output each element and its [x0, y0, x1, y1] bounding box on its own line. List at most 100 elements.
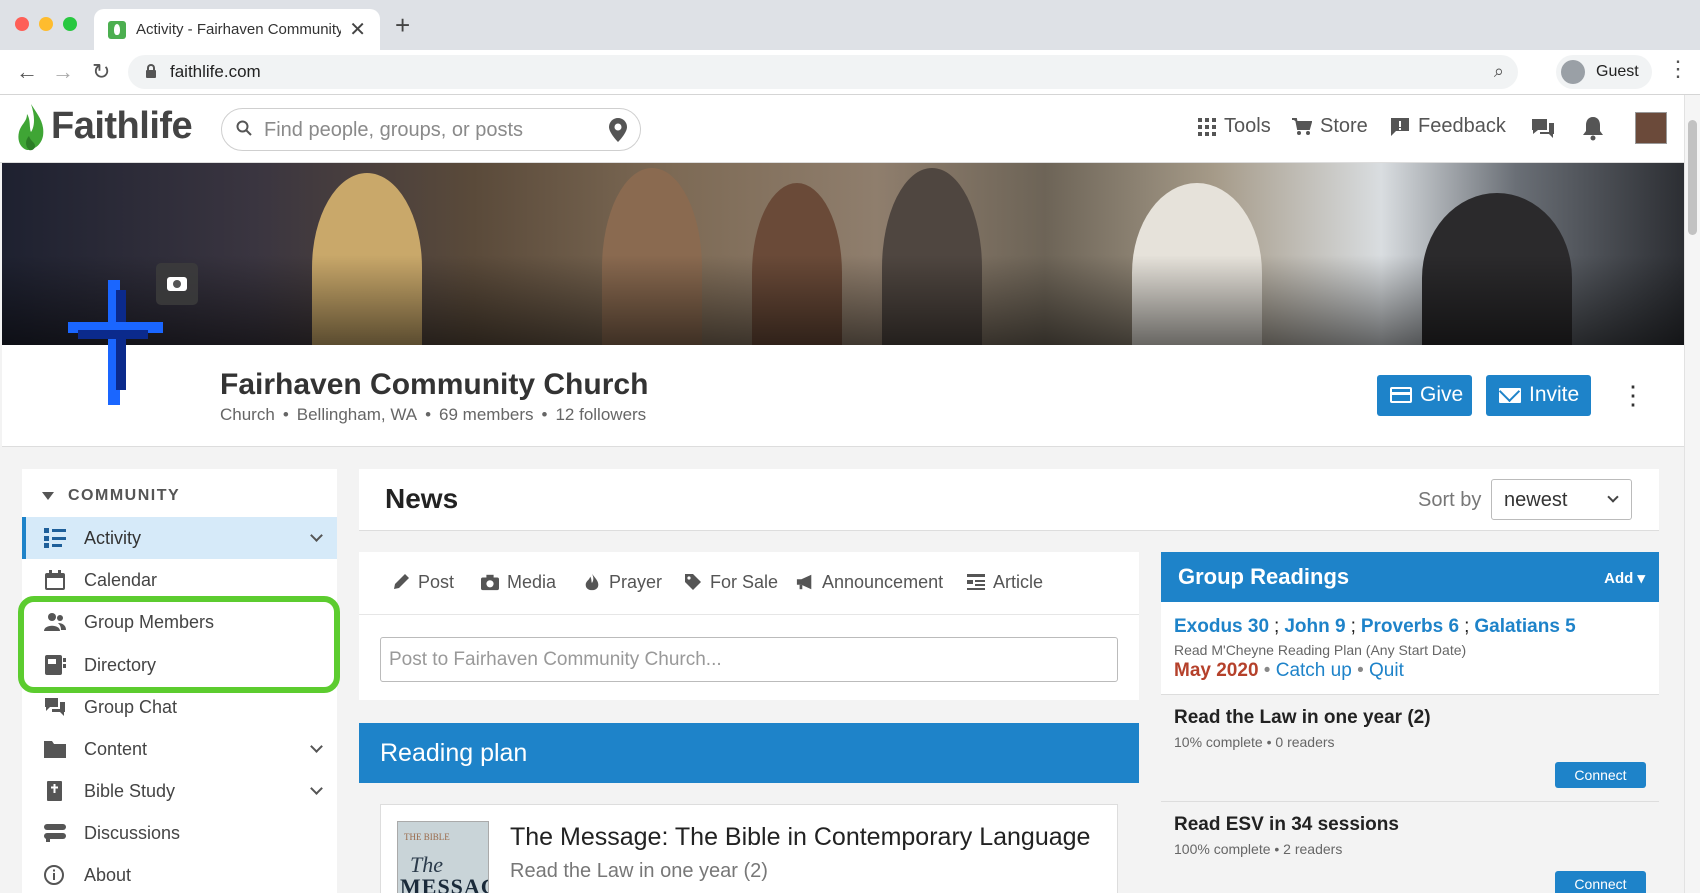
site-header: Faithlife Tools Store Feedback — [0, 95, 1684, 163]
book-cover-image[interactable]: THE BIBLE The MESSAGE — [397, 821, 489, 893]
new-tab-button[interactable]: + — [395, 12, 410, 38]
store-menu[interactable]: Store — [1292, 115, 1368, 138]
pencil-icon — [394, 574, 409, 589]
zoom-icon[interactable]: ⌕ — [1494, 61, 1504, 82]
chevron-down-icon[interactable] — [310, 740, 323, 753]
tab-close-icon[interactable]: ✕ — [349, 17, 366, 42]
reload-icon[interactable]: ↻ — [92, 59, 110, 85]
envelope-icon — [1499, 388, 1521, 403]
reading-plan-item: Read the Law in one year (2) 10% complet… — [1161, 695, 1659, 801]
flame-icon — [585, 573, 599, 591]
sort-select[interactable]: newest — [1491, 479, 1632, 520]
reading-plan-card[interactable]: THE BIBLE The MESSAGE The Message: The B… — [380, 804, 1118, 893]
search-input[interactable] — [264, 117, 594, 143]
search-box[interactable] — [221, 108, 641, 151]
tools-menu[interactable]: Tools — [1198, 115, 1271, 138]
group-followers-count[interactable]: 12 followers — [555, 405, 646, 424]
sidebar-item-discussions[interactable]: Discussions — [22, 812, 337, 854]
church-cross-logo — [68, 280, 168, 405]
feedback-icon — [1391, 117, 1409, 136]
address-bar-row: ← → ↻ faithlife.com ⌕ Guest ⋮ — [0, 50, 1700, 95]
post-input[interactable] — [380, 637, 1118, 682]
group-location: Bellingham, WA — [296, 405, 418, 424]
sidebar-item-content[interactable]: Content — [22, 728, 337, 770]
scrollbar-thumb[interactable] — [1688, 120, 1697, 235]
community-section-toggle[interactable]: COMMUNITY — [42, 487, 180, 505]
chat-icon[interactable] — [1530, 117, 1556, 141]
calendar-icon — [45, 570, 65, 590]
group-more-options-icon[interactable]: ⋮ — [1620, 380, 1646, 411]
post-type-prayer[interactable]: Prayer — [583, 572, 662, 593]
news-title: News — [385, 483, 459, 514]
chevron-down-icon[interactable] — [310, 782, 323, 795]
grid-icon — [1198, 117, 1216, 136]
reading-ref-link[interactable]: Exodus 30 — [1174, 616, 1269, 637]
group-readings-header: Group Readings Add ▾ — [1161, 552, 1659, 602]
page-scrollbar[interactable] — [1684, 95, 1700, 893]
reading-plan-item: Read ESV in 34 sessions 100% complete • … — [1161, 802, 1659, 893]
discussions-icon — [44, 824, 66, 842]
feedback-menu[interactable]: Feedback — [1390, 115, 1506, 138]
news-header: News Sort by newest — [359, 469, 1659, 531]
members-directory-highlight — [18, 596, 340, 693]
post-type-article[interactable]: Article — [967, 572, 1043, 593]
group-members-count[interactable]: 69 members — [439, 405, 533, 424]
reading-month: May 2020 — [1174, 660, 1259, 681]
reading-plan-subtitle: Read the Law in one year (2) — [510, 860, 768, 882]
url-text: faithlife.com — [170, 62, 261, 81]
post-composer: Post Media Prayer For Sale Announcement … — [359, 552, 1139, 700]
maximize-window-button[interactable] — [63, 17, 77, 31]
post-type-for-sale[interactable]: For Sale — [684, 572, 778, 593]
plan-name[interactable]: Read ESV in 34 sessions — [1174, 814, 1399, 836]
sidebar-item-activity[interactable]: Activity — [22, 517, 337, 559]
info-icon — [44, 865, 64, 885]
browser-menu-icon[interactable]: ⋮ — [1667, 56, 1689, 82]
forward-icon[interactable]: → — [52, 59, 74, 85]
sidebar-item-bible-study[interactable]: Bible Study — [22, 770, 337, 812]
reading-ref-link[interactable]: Galatians 5 — [1474, 616, 1575, 637]
plan-name[interactable]: Read the Law in one year (2) — [1174, 707, 1431, 729]
profile-button[interactable]: Guest — [1556, 55, 1652, 89]
reading-ref-link[interactable]: John 9 — [1284, 616, 1345, 637]
chevron-down-icon[interactable] — [310, 529, 323, 542]
faithlife-logo-icon[interactable] — [15, 102, 47, 152]
close-window-button[interactable] — [15, 17, 29, 31]
give-button[interactable]: Give — [1377, 375, 1472, 416]
article-icon — [967, 574, 985, 590]
current-reading: Exodus 30; John 9; Proverbs 6; Galatians 5 … — [1161, 602, 1659, 695]
bell-icon[interactable] — [1582, 115, 1604, 141]
avatar[interactable] — [1635, 112, 1667, 144]
cart-icon — [1292, 117, 1312, 135]
sort-label: Sort by — [1418, 489, 1482, 511]
group-type: Church — [220, 405, 275, 424]
post-type-media[interactable]: Media — [481, 572, 556, 593]
quit-link[interactable]: Quit — [1369, 660, 1404, 681]
activity-icon — [44, 528, 66, 548]
catch-up-link[interactable]: Catch up — [1276, 660, 1352, 681]
sidebar-item-calendar[interactable]: Calendar — [22, 559, 337, 601]
group-meta: Church • Bellingham, WA • 69 members • 12 foll… — [220, 405, 647, 424]
url-field[interactable]: faithlife.com ⌕ — [128, 55, 1518, 89]
minimize-window-button[interactable] — [39, 17, 53, 31]
reading-plan-title[interactable]: The Message: The Bible in Contemporary L… — [510, 823, 1090, 852]
location-pin-icon[interactable] — [608, 117, 628, 143]
reading-references: Exodus 30; John 9; Proverbs 6; Galatians 5 — [1174, 616, 1576, 637]
tag-icon — [685, 574, 701, 590]
credit-card-icon — [1390, 387, 1412, 403]
add-reading-button[interactable]: Add ▾ — [1604, 569, 1645, 587]
connect-button[interactable]: Connect — [1555, 871, 1646, 893]
camera-icon — [481, 574, 499, 591]
sidebar-item-about[interactable]: About — [22, 854, 337, 893]
lock-icon — [146, 64, 156, 78]
faithlife-logo-text[interactable]: Faithlife — [51, 105, 193, 148]
back-icon[interactable]: ← — [16, 59, 38, 85]
invite-button[interactable]: Invite — [1486, 375, 1591, 416]
tools-label: Tools — [1224, 115, 1271, 137]
post-type-announcement[interactable]: Announcement — [796, 572, 943, 593]
post-type-post[interactable]: Post — [392, 572, 454, 593]
folder-icon — [44, 741, 66, 758]
connect-button[interactable]: Connect — [1555, 762, 1646, 788]
browser-tab[interactable]: Activity - Fairhaven Community Church ✕ — [94, 9, 380, 50]
reading-ref-link[interactable]: Proverbs 6 — [1361, 616, 1459, 637]
store-label: Store — [1320, 115, 1368, 137]
